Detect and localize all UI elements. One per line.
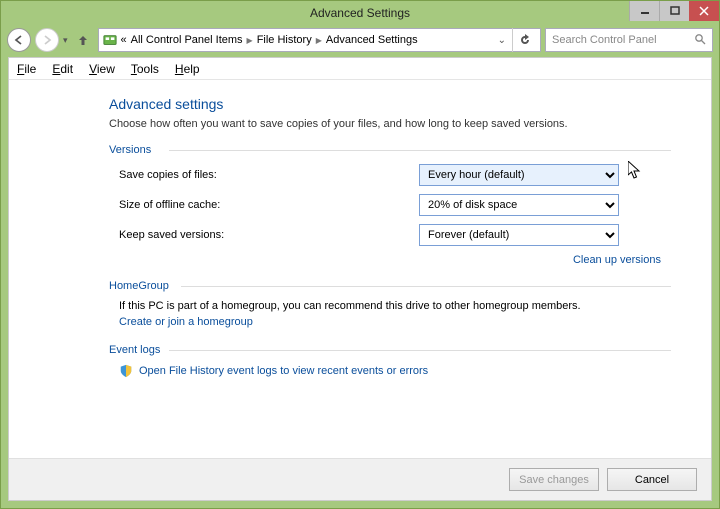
address-bar[interactable]: « All Control Panel Items ▶ File History… <box>98 28 541 52</box>
breadcrumb-prefix[interactable]: « <box>121 34 127 46</box>
search-icon <box>694 33 706 48</box>
menu-bar: File Edit View Tools Help <box>9 58 711 80</box>
save-copies-select[interactable]: Every hour (default) <box>419 164 619 186</box>
breadcrumb-item[interactable]: Advanced Settings <box>326 34 418 46</box>
homegroup-link[interactable]: Create or join a homegroup <box>119 316 253 328</box>
shield-icon <box>119 364 133 378</box>
menu-tools[interactable]: Tools <box>131 62 159 76</box>
footer-bar: Save changes Cancel <box>9 458 711 500</box>
back-button[interactable] <box>7 28 31 52</box>
recent-locations-icon[interactable]: ▾ <box>63 35 68 46</box>
save-changes-button[interactable]: Save changes <box>509 468 599 491</box>
cancel-button[interactable]: Cancel <box>607 468 697 491</box>
eventlogs-link[interactable]: Open File History event logs to view rec… <box>139 365 428 377</box>
cleanup-versions-link[interactable]: Clean up versions <box>573 254 661 266</box>
refresh-button[interactable] <box>512 28 536 52</box>
breadcrumb-item[interactable]: All Control Panel Items <box>131 34 243 46</box>
minimize-button[interactable] <box>629 1 659 21</box>
close-button[interactable] <box>689 1 719 21</box>
page-heading: Advanced settings <box>109 96 671 112</box>
menu-view[interactable]: View <box>89 62 115 76</box>
keep-versions-label: Keep saved versions: <box>119 229 419 241</box>
caption-buttons <box>629 1 719 21</box>
search-placeholder: Search Control Panel <box>552 34 657 46</box>
offline-cache-select[interactable]: 20% of disk space <box>419 194 619 216</box>
homegroup-text: If this PC is part of a homegroup, you c… <box>109 300 671 312</box>
titlebar[interactable]: Advanced Settings <box>1 1 719 25</box>
breadcrumb-item[interactable]: File History <box>257 34 312 46</box>
menu-help[interactable]: Help <box>175 62 200 76</box>
window-frame: Advanced Settings ▾ <box>0 0 720 509</box>
group-versions: Versions <box>109 144 671 156</box>
offline-cache-label: Size of offline cache: <box>119 199 419 211</box>
nav-bar: ▾ « All Control Panel Items ▶ File Histo… <box>7 25 713 55</box>
menu-edit[interactable]: Edit <box>52 62 73 76</box>
group-eventlogs: Event logs <box>109 344 671 356</box>
page-description: Choose how often you want to save copies… <box>109 118 671 130</box>
save-copies-label: Save copies of files: <box>119 169 419 181</box>
chevron-right-icon: ▶ <box>247 36 253 45</box>
window-title: Advanced Settings <box>1 6 719 20</box>
search-box[interactable]: Search Control Panel <box>545 28 713 52</box>
content-pane: Advanced settings Choose how often you w… <box>9 80 711 458</box>
maximize-button[interactable] <box>659 1 689 21</box>
chevron-right-icon: ▶ <box>316 36 322 45</box>
client-area: File Edit View Tools Help Advanced setti… <box>8 57 712 501</box>
forward-button[interactable] <box>35 28 59 52</box>
up-button[interactable] <box>72 29 94 51</box>
address-dropdown-icon[interactable]: ⌄ <box>498 35 506 46</box>
keep-versions-select[interactable]: Forever (default) <box>419 224 619 246</box>
group-homegroup: HomeGroup <box>109 280 671 292</box>
control-panel-icon <box>103 33 117 47</box>
menu-file[interactable]: File <box>17 62 36 76</box>
